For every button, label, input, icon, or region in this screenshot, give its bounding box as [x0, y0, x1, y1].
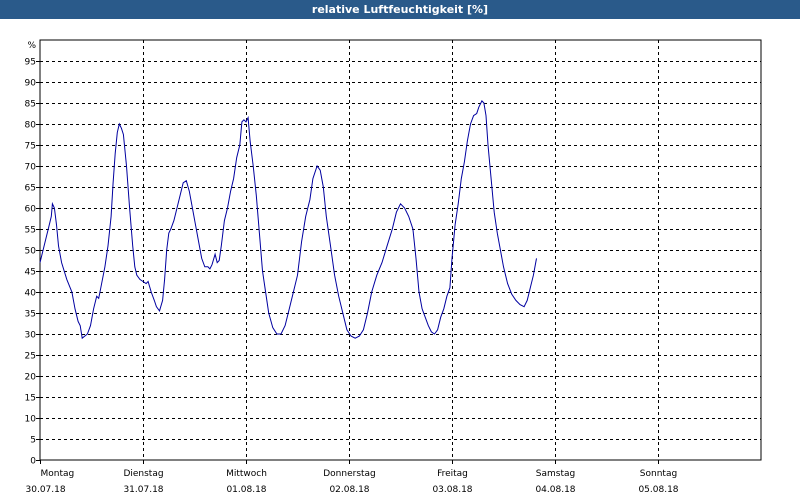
y-tick-label: 75	[25, 142, 36, 152]
x-axis-ticks: Montag 30.07.18 Dienstag 31.07.18 Mittwoch 01…	[26, 460, 679, 495]
x-tick-date: 03.08.18	[432, 485, 472, 495]
y-tick-label: 30	[25, 331, 37, 341]
x-tick-weekday: Sonntag	[640, 469, 677, 479]
x-tick-weekday: Donnerstag	[323, 469, 376, 479]
grid-lines	[40, 40, 761, 460]
x-tick-weekday: Dienstag	[123, 469, 163, 479]
y-tick-label: 65	[25, 184, 36, 194]
x-tick-date: 04.08.18	[535, 485, 575, 495]
y-tick-label: 20	[25, 373, 37, 383]
x-tick-weekday: Montag	[41, 469, 75, 479]
y-tick-label: 15	[25, 394, 36, 404]
y-tick-label: 60	[25, 205, 37, 215]
chart-window: relative Luftfeuchtigkeit [%] 0 5 10 15 20 25…	[0, 0, 800, 500]
y-axis-ticks: 0 5 10 15 20 25 30 35 40 45 50 55 60 65 70 75 80 85 90 95	[25, 58, 40, 467]
x-tick-weekday: Mittwoch	[226, 469, 267, 479]
x-tick-date: 05.08.18	[638, 485, 678, 495]
x-tick-weekday: Samstag	[536, 469, 575, 479]
y-tick-label: 25	[25, 352, 36, 362]
y-tick-label: 95	[25, 58, 36, 68]
y-tick-label: 90	[25, 79, 37, 89]
y-tick-label: 70	[25, 163, 37, 173]
y-tick-label: 0	[30, 457, 36, 467]
y-tick-label: 55	[25, 226, 36, 236]
x-tick-date: 02.08.18	[329, 485, 369, 495]
y-tick-label: 45	[25, 268, 36, 278]
x-tick-date: 01.08.18	[226, 485, 266, 495]
y-tick-label: 85	[25, 100, 36, 110]
y-axis-unit: %	[27, 41, 36, 51]
y-tick-label: 40	[25, 289, 37, 299]
y-tick-label: 10	[25, 415, 37, 425]
x-tick-weekday: Freitag	[437, 469, 468, 479]
x-tick-date: 30.07.18	[26, 485, 66, 495]
x-tick-date: 31.07.18	[123, 485, 163, 495]
y-tick-label: 5	[30, 436, 36, 446]
y-tick-label: 80	[25, 121, 37, 131]
y-tick-label: 35	[25, 310, 36, 320]
y-tick-label: 50	[25, 247, 37, 257]
humidity-chart: 0 5 10 15 20 25 30 35 40 45 50 55 60 65 70 75 80 85 90 95 M…	[25, 39, 762, 495]
